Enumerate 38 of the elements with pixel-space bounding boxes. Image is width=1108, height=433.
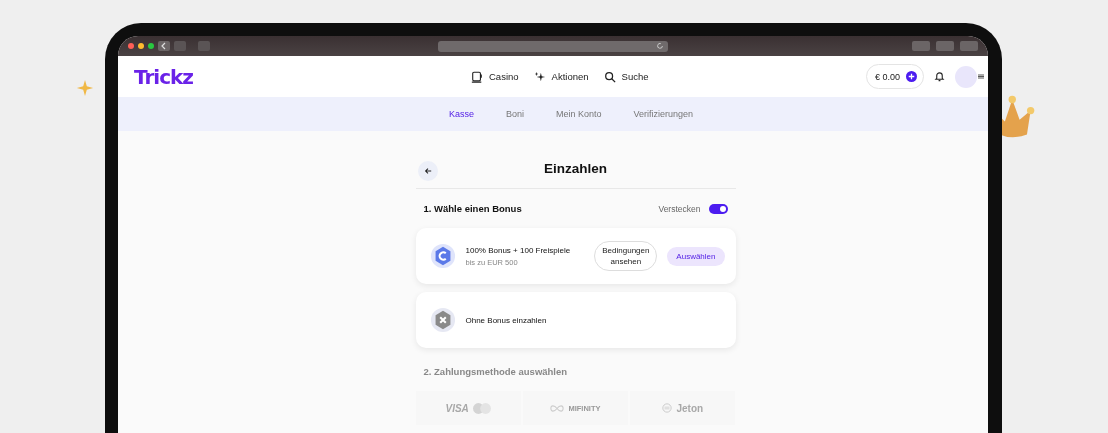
close-icon[interactable] <box>128 43 134 49</box>
tab[interactable]: Verifizierungen <box>633 109 694 119</box>
terms-button[interactable]: Bedingungen ansehen <box>594 240 658 272</box>
back-icon[interactable] <box>158 41 170 51</box>
minimize-icon[interactable] <box>138 43 144 49</box>
sparkle-icon <box>76 79 94 97</box>
bonus-title: 100% Bonus + 100 Freispiele <box>465 245 572 255</box>
nav-link[interactable]: Suche <box>603 70 649 83</box>
toggle-label: Verstecken <box>658 203 701 214</box>
card-circles-icon <box>472 402 491 414</box>
menu-icon[interactable] <box>978 74 984 79</box>
tab[interactable]: Boni <box>505 109 524 119</box>
address-field[interactable] <box>438 40 668 52</box>
nav-link[interactable]: Casino <box>471 70 519 83</box>
section-heading: 2. Zahlungsmethode auswählen <box>423 366 569 377</box>
search-icon <box>603 70 616 83</box>
site-logo[interactable]: Trickz <box>134 64 193 89</box>
back-button[interactable] <box>417 161 438 181</box>
arrow-left-icon <box>423 167 432 175</box>
nav-link[interactable]: Aktionen <box>533 70 589 83</box>
sparkles-icon <box>533 70 546 83</box>
plus-icon <box>906 71 917 82</box>
bell-icon[interactable] <box>934 71 945 82</box>
tab[interactable]: Mein Konto <box>555 109 602 119</box>
balance-button[interactable]: € 0.00 <box>865 64 924 89</box>
jeton-logo-icon <box>662 403 673 413</box>
section-heading: 1. Wähle einen Bonus <box>423 203 522 214</box>
reload-icon[interactable] <box>656 42 664 50</box>
bonus-badge-icon <box>429 243 456 269</box>
no-bonus-icon <box>429 307 456 333</box>
toggle-switch[interactable] <box>708 203 728 214</box>
infinity-icon <box>550 404 565 412</box>
maximize-icon[interactable] <box>148 43 154 49</box>
bonus-title: Ohne Bonus einzahlen <box>465 315 547 325</box>
select-button[interactable]: Auswählen <box>667 246 725 266</box>
slot-machine-icon <box>471 70 483 83</box>
page-title: Einzahlen <box>544 161 607 176</box>
tab[interactable]: Kasse <box>448 109 474 119</box>
